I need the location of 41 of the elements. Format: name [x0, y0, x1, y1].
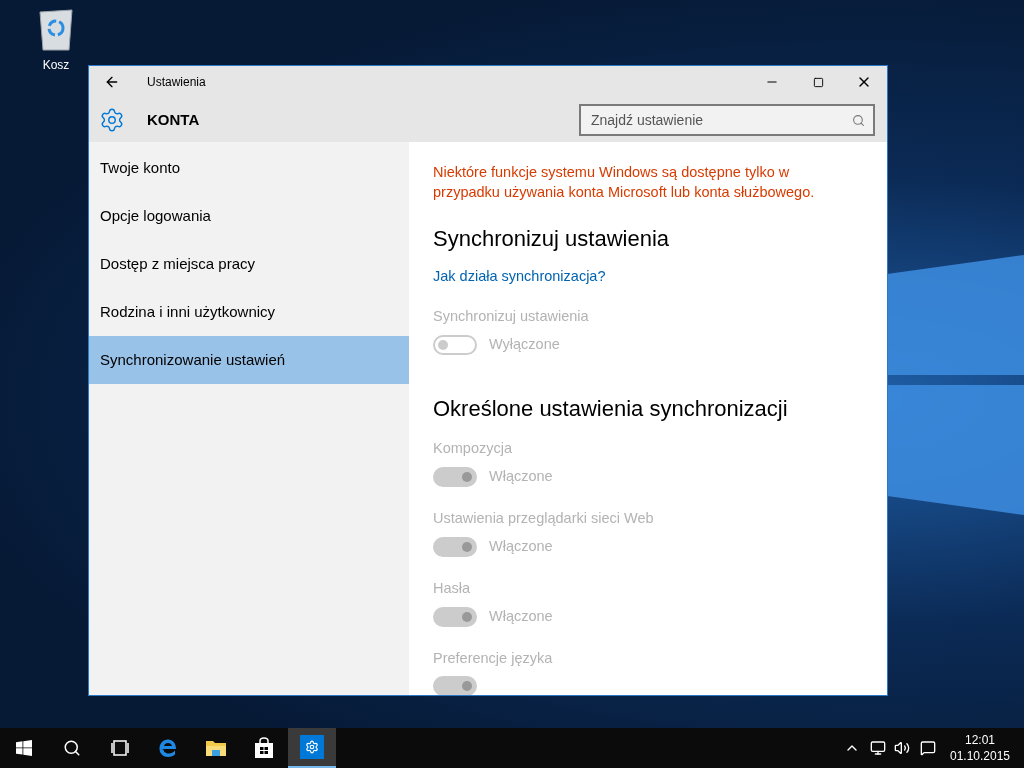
sidebar-item[interactable]: Opcje logowania [89, 192, 409, 240]
settings-icon [99, 107, 125, 133]
task-view-icon [110, 740, 130, 756]
help-link[interactable]: Jak działa synchronizacja? [433, 266, 867, 288]
toggle-state-text: Wyłączone [489, 334, 560, 354]
toggle-state-text: Włączone [489, 606, 553, 626]
store-bag-icon [254, 737, 274, 759]
notice-text: Niektóre funkcje systemu Windows są dostępne tylko w przypadku używania konta Microsoft lub konta służbowego. [433, 163, 816, 202]
search-icon [63, 739, 81, 757]
sidebar-item[interactable]: Synchronizowanie ustawień [89, 336, 409, 384]
clock-date: 01.10.2015 [949, 748, 1011, 764]
taskbar-button[interactable] [288, 728, 336, 768]
setting-label: Preferencje języka [433, 648, 554, 668]
toggle-state-text: Włączone [489, 536, 553, 556]
window-title: Ustawienia [147, 74, 206, 91]
search-field[interactable]: Znajdź ustawienie [579, 104, 875, 136]
browser-e-icon [157, 737, 179, 759]
clock-time: 12:01 [965, 732, 995, 748]
volume-icon[interactable] [894, 740, 910, 756]
toggle-state-text: Włączone [489, 466, 553, 486]
sidebar-item[interactable]: Dostęp z miejsca pracy [89, 240, 409, 288]
search-icon [852, 114, 865, 127]
settings-app-icon [300, 735, 324, 759]
section-heading: Synchronizuj ustawienia [433, 225, 671, 253]
sidebar-item[interactable]: Rodzina i inni użytkownicy [89, 288, 409, 336]
desktop-icon-label: Kosz [42, 57, 70, 74]
folder-icon [205, 738, 227, 758]
desktop-shortcut[interactable]: Kosz [20, 8, 92, 74]
sidebar-item[interactable]: Twoje konto [89, 144, 409, 192]
section-title: KONTA [147, 109, 200, 130]
windows-logo-icon [16, 740, 32, 756]
recycle-bin-icon [36, 8, 76, 52]
maximize-icon [812, 76, 824, 88]
notifications-icon[interactable] [920, 740, 936, 756]
section-heading: Określone ustawienia synchronizacji [433, 394, 789, 423]
network-icon[interactable] [870, 740, 886, 756]
setting-label: Hasła [433, 578, 472, 598]
setting-label: Kompozycja [433, 438, 513, 458]
clock[interactable]: 12:01 01.10.2015 [942, 732, 1018, 764]
setting-label: Synchronizuj ustawienia [433, 306, 590, 326]
setting-label: Ustawienia przeglądarki sieci Web [433, 508, 655, 528]
